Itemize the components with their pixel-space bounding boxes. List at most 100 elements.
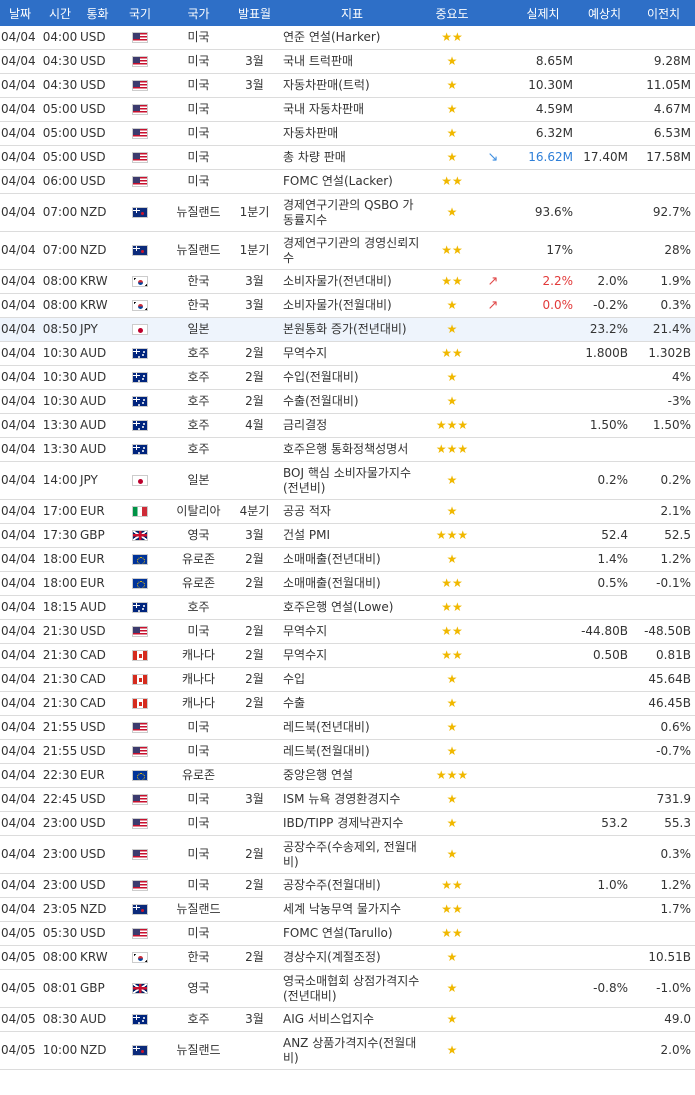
table-row[interactable]: 04/05 08:00 KRW 한국 2월 경상수지(계절조정) ★ 10.51B	[0, 945, 695, 970]
indicator-cell[interactable]: 무역수지	[277, 619, 427, 644]
forecast-cell	[577, 715, 632, 740]
table-row[interactable]: 04/04 05:00 USD 미국 국내 자동차판매 ★ 4.59M 4.67M	[0, 97, 695, 122]
table-row[interactable]: 04/04 10:30 AUD 호주 2월 수입(전월대비) ★ 4%	[0, 365, 695, 390]
indicator-cell[interactable]: FOMC 연설(Tarullo)	[277, 921, 427, 946]
indicator-cell[interactable]: 수입(전월대비)	[277, 365, 427, 390]
indicator-cell[interactable]: 수출	[277, 691, 427, 716]
indicator-cell[interactable]: 자동차판매(트럭)	[277, 73, 427, 98]
table-row[interactable]: 04/05 08:01 GBP 영국 영국소매협회 상점가격지수(전년대비) ★ -0.8%…	[0, 969, 695, 1008]
table-row[interactable]: 04/04 10:30 AUD 호주 2월 수출(전월대비) ★ -3%	[0, 389, 695, 414]
indicator-cell[interactable]: 호주은행 통화정책성명서	[277, 437, 427, 462]
table-row[interactable]: 04/04 17:00 EUR 이탈리아 4분기 공공 적자 ★ 2.1%	[0, 499, 695, 524]
indicator-cell[interactable]: BOJ 핵심 소비자물가지수(전년비)	[277, 461, 427, 500]
table-row[interactable]: 04/04 08:50 JPY 일본 본원통화 증가(전년대비) ★ 23.2% 21.4%	[0, 317, 695, 342]
indicator-cell[interactable]: 경제연구기관의 경영신뢰지수	[277, 231, 427, 270]
country-cell: 미국	[165, 873, 232, 898]
header-trend[interactable]	[477, 0, 509, 26]
header-date[interactable]: 날짜	[0, 0, 40, 26]
indicator-cell[interactable]: 소매매출(전월대비)	[277, 571, 427, 596]
time-cell: 22:30	[40, 763, 80, 788]
indicator-cell[interactable]: 공장수주(전월대비)	[277, 873, 427, 898]
table-row[interactable]: 04/04 06:00 USD 미국 FOMC 연설(Lacker) ★★	[0, 169, 695, 194]
header-indicator[interactable]: 지표	[277, 0, 427, 26]
table-row[interactable]: 04/04 23:05 NZD 뉴질랜드 세계 낙농무역 물가지수 ★★ 1.7%	[0, 897, 695, 922]
indicator-cell[interactable]: 레드북(전월대비)	[277, 739, 427, 764]
table-row[interactable]: 04/04 18:15 AUD 호주 호주은행 연설(Lowe) ★★	[0, 595, 695, 620]
table-row[interactable]: 04/04 10:30 AUD 호주 2월 무역수지 ★★ 1.800B 1.302B	[0, 341, 695, 366]
indicator-cell[interactable]: 소비자물가(전월대비)	[277, 293, 427, 318]
indicator-cell[interactable]: 레드북(전년대비)	[277, 715, 427, 740]
indicator-cell[interactable]: 본원통화 증가(전년대비)	[277, 317, 427, 342]
table-row[interactable]: 04/04 21:30 USD 미국 2월 무역수지 ★★ -44.80B -48.50B	[0, 619, 695, 644]
indicator-cell[interactable]: FOMC 연설(Lacker)	[277, 169, 427, 194]
table-row[interactable]: 04/04 23:00 USD 미국 2월 공장수주(수송제외, 전월대비) ★ 0.3%	[0, 835, 695, 874]
indicator-cell[interactable]: 연준 연설(Harker)	[277, 26, 427, 50]
time-cell: 23:00	[40, 873, 80, 898]
header-actual[interactable]: 실제치	[509, 0, 577, 26]
table-row[interactable]: 04/04 07:00 NZD 뉴질랜드 1분기 경제연구기관의 경영신뢰지수 ★★ 17% 2…	[0, 231, 695, 270]
table-row[interactable]: 04/04 13:30 AUD 호주 4월 금리결정 ★★★ 1.50% 1.50%	[0, 413, 695, 438]
indicator-cell[interactable]: 영국소매협회 상점가격지수(전년대비)	[277, 969, 427, 1008]
previous-cell: -0.1%	[632, 571, 695, 596]
table-row[interactable]: 04/04 17:30 GBP 영국 3월 건설 PMI ★★★ 52.4 52.5	[0, 523, 695, 548]
table-row[interactable]: 04/04 04:30 USD 미국 3월 자동차판매(트럭) ★ 10.30M 11.05M	[0, 73, 695, 98]
indicator-cell[interactable]: 중앙은행 연설	[277, 763, 427, 788]
header-country[interactable]: 국가	[165, 0, 232, 26]
table-row[interactable]: 04/04 21:30 CAD 캐나다 2월 수입 ★ 45.64B	[0, 667, 695, 692]
table-row[interactable]: 04/04 23:00 USD 미국 2월 공장수주(전월대비) ★★ 1.0% 1.2%	[0, 873, 695, 898]
table-row[interactable]: 04/04 08:00 KRW 한국 3월 소비자물가(전년대비) ★★ ↗ 2.2% 2.0% 1…	[0, 269, 695, 294]
table-row[interactable]: 04/04 21:55 USD 미국 레드북(전월대비) ★ -0.7%	[0, 739, 695, 764]
table-row[interactable]: 04/04 21:30 CAD 캐나다 2월 수출 ★ 46.45B	[0, 691, 695, 716]
indicator-cell[interactable]: ISM 뉴욕 경영환경지수	[277, 787, 427, 812]
table-row[interactable]: 04/04 04:30 USD 미국 3월 국내 트럭판매 ★ 8.65M 9.28M	[0, 49, 695, 74]
indicator-cell[interactable]: AIG 서비스업지수	[277, 1007, 427, 1032]
indicator-cell[interactable]: 세계 낙농무역 물가지수	[277, 897, 427, 922]
table-row[interactable]: 04/04 13:30 AUD 호주 호주은행 통화정책성명서 ★★★	[0, 437, 695, 462]
indicator-cell[interactable]: 수입	[277, 667, 427, 692]
header-release-month[interactable]: 발표월	[232, 0, 277, 26]
indicator-cell[interactable]: 소매매출(전년대비)	[277, 547, 427, 572]
indicator-cell[interactable]: 건설 PMI	[277, 523, 427, 548]
header-currency[interactable]: 통화	[80, 0, 115, 26]
table-row[interactable]: 04/04 14:00 JPY 일본 BOJ 핵심 소비자물가지수(전년비) ★ 0.2% 0…	[0, 461, 695, 500]
table-row[interactable]: 04/05 05:30 USD 미국 FOMC 연설(Tarullo) ★★	[0, 921, 695, 946]
table-row[interactable]: 04/04 08:00 KRW 한국 3월 소비자물가(전월대비) ★ ↗ 0.0% -0.2% 0…	[0, 293, 695, 318]
indicator-cell[interactable]: 국내 트럭판매	[277, 49, 427, 74]
indicator-cell[interactable]: 공공 적자	[277, 499, 427, 524]
indicator-cell[interactable]: ANZ 상품가격지수(전월대비)	[277, 1031, 427, 1070]
indicator-cell[interactable]: 무역수지	[277, 341, 427, 366]
indicator-cell[interactable]: 금리결정	[277, 413, 427, 438]
table-row[interactable]: 04/04 05:00 USD 미국 자동차판매 ★ 6.32M 6.53M	[0, 121, 695, 146]
indicator-cell[interactable]: 무역수지	[277, 643, 427, 668]
flag-cell	[115, 715, 165, 740]
table-row[interactable]: 04/04 22:45 USD 미국 3월 ISM 뉴욕 경영환경지수 ★ 731.9	[0, 787, 695, 812]
indicator-cell[interactable]: 국내 자동차판매	[277, 97, 427, 122]
header-time[interactable]: 시간	[40, 0, 80, 26]
indicator-cell[interactable]: 공장수주(수송제외, 전월대비)	[277, 835, 427, 874]
table-row[interactable]: 04/04 23:00 USD 미국 IBD/TIPP 경제낙관지수 ★ 53.2 55.3	[0, 811, 695, 836]
table-row[interactable]: 04/04 21:30 CAD 캐나다 2월 무역수지 ★★ 0.50B 0.81B	[0, 643, 695, 668]
header-importance[interactable]: 중요도	[427, 0, 477, 26]
table-row[interactable]: 04/04 18:00 EUR 유로존 2월 소매매출(전월대비) ★★ 0.5% -0.1%	[0, 571, 695, 596]
indicator-cell[interactable]: 자동차판매	[277, 121, 427, 146]
flag-cell	[115, 499, 165, 524]
indicator-cell[interactable]: 소비자물가(전년대비)	[277, 269, 427, 294]
indicator-cell[interactable]: 수출(전월대비)	[277, 389, 427, 414]
header-flag[interactable]: 국기	[115, 0, 165, 26]
indicator-cell[interactable]: 경상수지(계절조정)	[277, 945, 427, 970]
table-row[interactable]: 04/04 05:00 USD 미국 총 차량 판매 ★ ↘ 16.62M 17.40M 17.5…	[0, 145, 695, 170]
indicator-cell[interactable]: 호주은행 연설(Lowe)	[277, 595, 427, 620]
indicator-cell[interactable]: 경제연구기관의 QSBO 가동률지수	[277, 193, 427, 232]
indicator-cell[interactable]: IBD/TIPP 경제낙관지수	[277, 811, 427, 836]
table-row[interactable]: 04/04 22:30 EUR 유로존 중앙은행 연설 ★★★	[0, 763, 695, 788]
table-row[interactable]: 04/04 07:00 NZD 뉴질랜드 1분기 경제연구기관의 QSBO 가동률지수 ★ 9…	[0, 193, 695, 232]
table-row[interactable]: 04/05 10:00 NZD 뉴질랜드 ANZ 상품가격지수(전월대비) ★ 2.0%	[0, 1031, 695, 1070]
header-forecast[interactable]: 예상치	[577, 0, 632, 26]
table-row[interactable]: 04/05 08:30 AUD 호주 3월 AIG 서비스업지수 ★ 49.0	[0, 1007, 695, 1032]
table-row[interactable]: 04/04 21:55 USD 미국 레드북(전년대비) ★ 0.6%	[0, 715, 695, 740]
header-previous[interactable]: 이전치	[632, 0, 695, 26]
time-cell: 04:30	[40, 49, 80, 74]
table-row[interactable]: 04/04 18:00 EUR 유로존 2월 소매매출(전년대비) ★ 1.4% 1.2%	[0, 547, 695, 572]
table-row[interactable]: 04/04 04:00 USD 미국 연준 연설(Harker) ★★	[0, 26, 695, 50]
indicator-cell[interactable]: 총 차량 판매	[277, 145, 427, 170]
